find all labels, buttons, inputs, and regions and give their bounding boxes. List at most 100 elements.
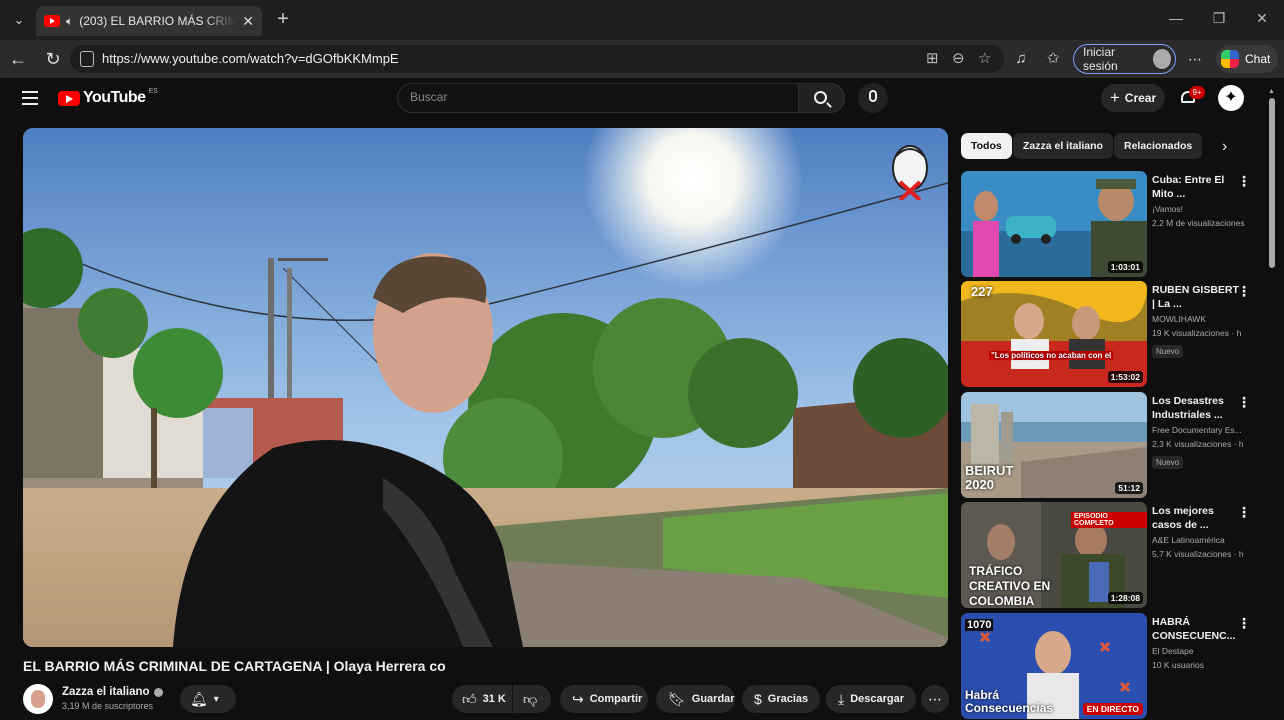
browser-tab[interactable]: 🔈︎ (203) EL BARRIO MÁS CRIMINAL DE CARTA… [36,6,262,36]
chevron-down-icon: ▾ [213,693,219,705]
sign-in-button[interactable]: Iniciar sesión [1073,44,1176,74]
close-window-icon[interactable]: ✕ [1252,10,1272,27]
new-tab-button[interactable]: + [272,8,294,31]
rec-thumbnail[interactable]: EPISODIO COMPLETO TRÁFICO CREATIVO EN CO… [961,502,1147,608]
tab-list-chevron-icon[interactable]: ⌄ [8,10,30,30]
more-options-icon[interactable]: ⋯ [1184,48,1206,70]
search-icon [814,91,827,104]
rec-channel[interactable]: MOWLIHAWK [1152,314,1248,324]
search-box [397,83,799,113]
youtube-logo[interactable]: YouTube ES [58,88,158,107]
rec-channel[interactable]: ¡Vamos! [1152,204,1248,214]
more-vertical-icon[interactable]: ⋮ [1237,615,1251,632]
recommendation-item[interactable]: EPISODIO COMPLETO TRÁFICO CREATIVO EN CO… [961,502,1261,608]
restore-icon[interactable]: ❐ [1209,10,1229,27]
download-label: Descargar [850,693,905,705]
download-icon: ⤓ [838,690,845,707]
channel-watermark[interactable] [888,140,932,200]
media-control-icon[interactable]: ♫ [1010,48,1032,70]
rec-title[interactable]: Los Desastres Industriales ... [1152,394,1240,422]
rec-thumb-caption: BEIRUT 2020 [965,463,1014,492]
scroll-up-icon[interactable]: ▲ [1268,88,1275,95]
create-button[interactable]: + Crear [1101,84,1165,112]
microphone-icon [869,90,877,102]
duration-badge: 1:53:02 [1107,371,1143,383]
chip-todos[interactable]: Todos [961,133,1012,159]
rec-thumbnail[interactable]: 1070 Habrá Consecuencias EN DIRECTO [961,613,1147,719]
subscription-bell-button[interactable]: 🔔︎ ▾ [180,685,236,713]
more-vertical-icon[interactable]: ⋮ [1237,504,1251,521]
recommendation-item[interactable]: 1070 Habrá Consecuencias EN DIRECTO HABR… [961,613,1261,719]
more-vertical-icon[interactable]: ⋮ [1237,283,1251,300]
back-icon[interactable]: ← [7,48,29,70]
more-horizontal-icon: ⋯ [928,690,942,707]
chevron-right-icon[interactable]: › [1222,138,1227,156]
rec-channel[interactable]: Free Documentary Es... [1152,425,1248,435]
rec-title[interactable]: HABRÁ CONSECUENC... [1152,615,1240,643]
save-label: Guardar [691,693,735,705]
search-input[interactable] [410,90,780,104]
like-button[interactable]: 👍︎ 31 K [452,685,512,713]
youtube-logo-icon [58,90,80,106]
video-player[interactable] [23,128,948,647]
verified-icon [153,687,163,697]
voice-search-button[interactable] [858,83,888,113]
profile-avatar-icon [1152,49,1171,69]
account-avatar[interactable]: ✦ [1218,85,1244,111]
rec-thumb-caption: Habrá Consecuencias [965,688,1054,715]
dislike-button[interactable]: 👎︎ [513,685,551,713]
copilot-chat-button[interactable]: Chat [1216,45,1278,73]
more-vertical-icon[interactable]: ⋮ [1237,394,1251,411]
rec-title[interactable]: Los mejores casos de ... [1152,504,1240,532]
chip-channel[interactable]: Zazza el italiano [1013,133,1113,159]
favorite-star-icon[interactable]: ☆ [978,49,991,67]
video-title: EL BARRIO MÁS CRIMINAL DE CARTAGENA | Ol… [23,658,446,674]
site-info-icon[interactable] [80,51,94,67]
rec-thumbnail[interactable]: 1:03:01 [961,171,1147,277]
rec-title[interactable]: RUBEN GISBERT | La ... [1152,283,1240,311]
speaker-icon[interactable]: 🔈︎ [66,14,73,29]
copilot-icon [1221,50,1239,68]
recommendation-item[interactable]: BEIRUT 2020 51:12 Los Desastres Industri… [961,392,1261,498]
favorites-icon[interactable]: ✩ [1042,48,1064,70]
thanks-button[interactable]: $ Gracias [742,685,820,713]
channel-name-row[interactable]: Zazza el italiano [62,686,163,698]
zoom-icon[interactable]: ⊖ [952,49,965,67]
rec-views: 19 K visualizaciones · h [1152,328,1242,338]
recommendation-item[interactable]: 1:03:01 Cuba: Entre El Mito ... ¡Vamos! … [961,171,1261,277]
tab-title: (203) EL BARRIO MÁS CRIMINAL DE CARTAGEN… [79,14,237,28]
thanks-label: Gracias [767,693,809,705]
chip-related[interactable]: Relacionados [1114,133,1203,159]
page-scrollbar[interactable]: ▲ [1268,88,1276,720]
rec-thumbnail[interactable]: BEIRUT 2020 51:12 [961,392,1147,498]
address-bar[interactable]: https://www.youtube.com/watch?v=dGOfbKKM… [70,45,1004,73]
scroll-thumb[interactable] [1269,98,1275,268]
browser-tab-bar: ⌄ 🔈︎ (203) EL BARRIO MÁS CRIMINAL DE CAR… [0,0,1284,40]
thumbs-up-icon: 👍︎ [462,690,477,707]
video-frame [23,128,948,647]
minimize-icon[interactable]: — [1166,10,1186,26]
subscriber-count: 3,19 M de suscriptores [62,701,154,711]
rec-thumbnail[interactable]: 227 "Los políticos no acaban con el 1:53… [961,281,1147,387]
url-text[interactable]: https://www.youtube.com/watch?v=dGOfbKKM… [102,51,399,66]
recommendation-item[interactable]: 227 "Los políticos no acaban con el 1:53… [961,281,1261,387]
new-badge: Nuevo [1152,456,1184,469]
save-button[interactable]: 🔖︎ Guardar [656,685,735,713]
more-vertical-icon[interactable]: ⋮ [1237,173,1251,190]
menu-icon[interactable] [22,91,38,105]
notification-count-badge: 9+ [1189,86,1205,99]
rec-channel[interactable]: El Destape [1152,646,1248,656]
share-button[interactable]: ↪ Compartir [560,685,648,713]
channel-name[interactable]: Zazza el italiano [62,686,150,698]
reload-icon[interactable]: ↻ [42,48,64,70]
close-tab-icon[interactable]: ✕ [242,13,254,30]
channel-avatar[interactable] [23,684,53,714]
thumbs-down-icon: 👎︎ [523,690,538,707]
more-actions-button[interactable]: ⋯ [921,685,949,713]
share-label: Compartir [589,693,643,705]
rec-title[interactable]: Cuba: Entre El Mito ... [1152,173,1240,201]
download-button[interactable]: ⤓ Descargar [826,685,916,713]
search-button[interactable] [799,83,845,113]
app-available-icon[interactable]: ⊞ [926,49,939,67]
rec-channel[interactable]: A&E Latinoamérica [1152,535,1248,545]
